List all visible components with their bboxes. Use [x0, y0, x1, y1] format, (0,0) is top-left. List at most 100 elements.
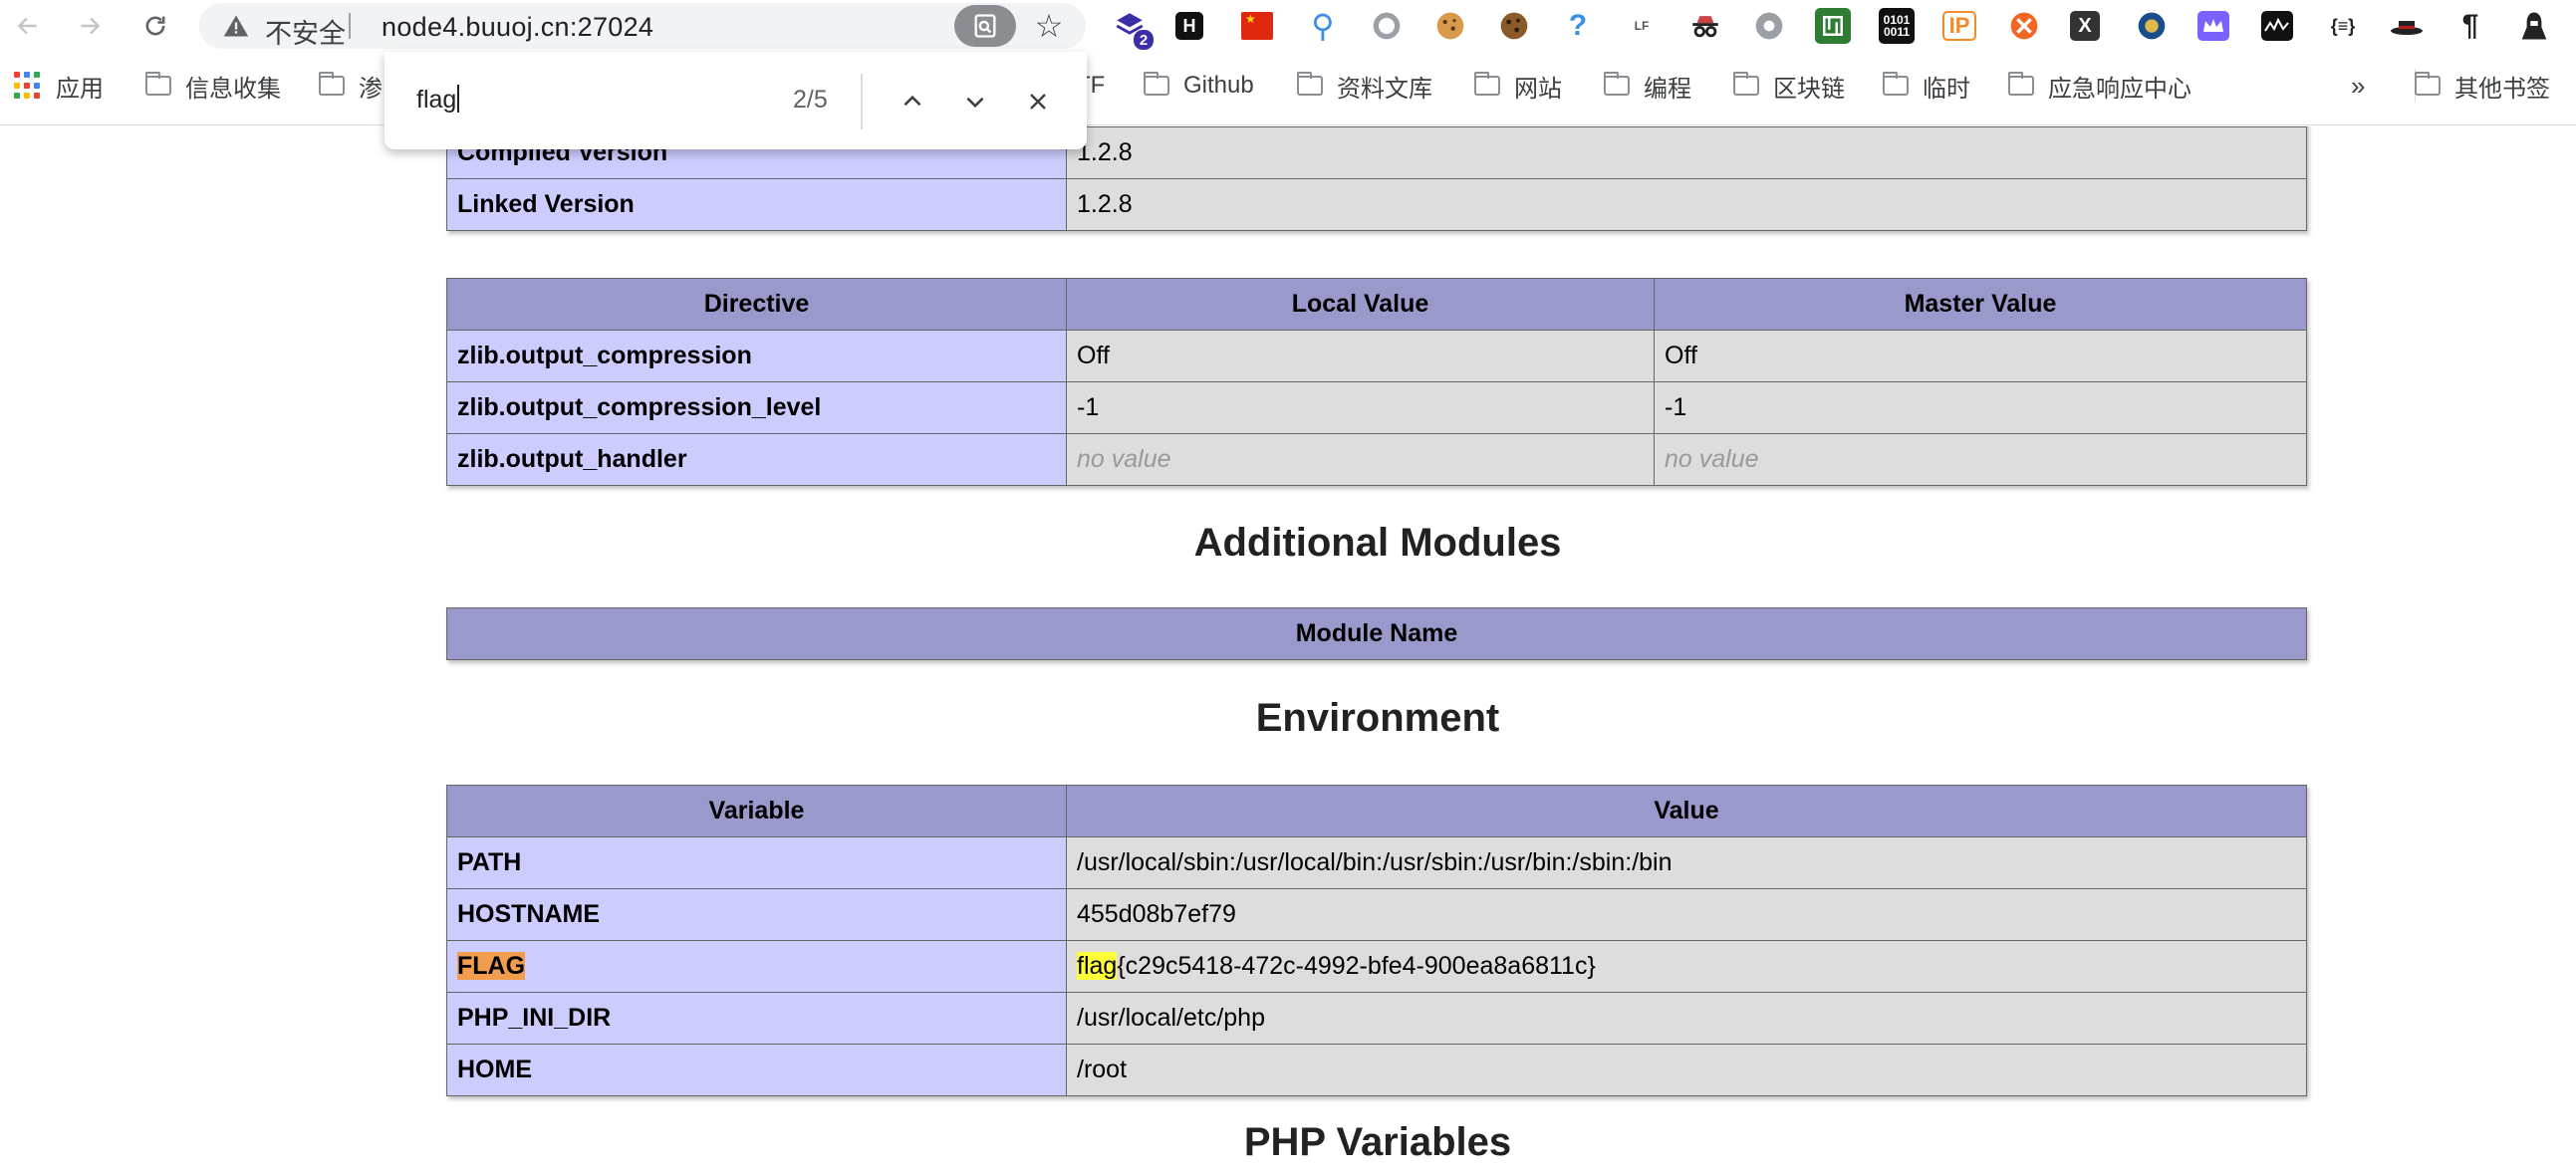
- settings-flower-icon[interactable]: [1751, 8, 1787, 44]
- bookmark-folder-programming[interactable]: 编程: [1604, 69, 1691, 103]
- table-row: zlib.output_compression_level -1 -1: [446, 381, 2307, 434]
- maze-extension-icon[interactable]: [1815, 8, 1851, 44]
- active-find-match: FLAG: [457, 952, 526, 980]
- location-pin-icon[interactable]: ⚲: [1305, 8, 1341, 44]
- master-value: Off: [1654, 330, 2307, 382]
- orange-circle-icon[interactable]: [2006, 8, 2042, 44]
- bookmark-label: 应急响应中心: [2048, 75, 2191, 103]
- ip-lookup-icon[interactable]: IP: [1942, 11, 1976, 41]
- find-match-count: 2/5: [793, 86, 828, 114]
- hackbar-h-icon[interactable]: H: [1175, 12, 1203, 40]
- binary-converter-icon[interactable]: 0101 0011: [1879, 8, 1915, 44]
- browser-toolbar: 不安全 node4.buuoj.cn:27024 ☆ 2 H ★ ⚲ ? LF …: [0, 0, 2576, 52]
- find-next-button[interactable]: [955, 82, 995, 121]
- address-bar[interactable]: 不安全 node4.buuoj.cn:27024 ☆: [199, 3, 1086, 49]
- extension-badge: 2: [1134, 30, 1154, 50]
- master-value: -1: [1654, 381, 2307, 434]
- column-header-master-value: Master Value: [1654, 278, 2307, 331]
- folder-icon: [1144, 72, 1169, 96]
- row-value: 1.2.8: [1066, 178, 2307, 231]
- forward-arrow-icon: [81, 17, 101, 35]
- find-page-icon: [974, 14, 996, 38]
- page-content: Compiled Version 1.2.8 Linked Version 1.…: [0, 126, 2576, 1175]
- php-variables-heading: PHP Variables: [1243, 1120, 1512, 1164]
- local-value: no value: [1066, 433, 1655, 486]
- hat-extension-icon[interactable]: [2389, 8, 2425, 44]
- back-arrow-icon: [17, 17, 37, 35]
- table-row: HOSTNAME 455d08b7ef79: [446, 888, 2307, 941]
- cookie-editor-icon[interactable]: [1496, 8, 1532, 44]
- json-formatter-icon[interactable]: {≡}: [2325, 8, 2361, 44]
- folder-icon: [1604, 72, 1630, 96]
- table-row: PHP_INI_DIR /usr/local/etc/php: [446, 992, 2307, 1045]
- extension-layers-icon[interactable]: 2: [1112, 8, 1154, 50]
- bookmark-label: Github: [1183, 72, 1254, 99]
- bookmark-folder-info-gathering[interactable]: 信息收集: [145, 69, 281, 103]
- row-value: 1.2.8: [1066, 126, 2307, 179]
- help-question-icon[interactable]: ?: [1560, 8, 1596, 44]
- pilcrow-extension-icon[interactable]: ¶: [2452, 8, 2488, 44]
- folder-icon: [1733, 72, 1759, 96]
- bookmark-folder-other[interactable]: 其他书签: [2415, 69, 2550, 103]
- env-variable-name: FLAG: [446, 940, 1067, 993]
- table-row: PATH /usr/local/sbin:/usr/local/bin:/usr…: [446, 836, 2307, 889]
- column-header-local-value: Local Value: [1066, 278, 1655, 331]
- bookmark-label: 编程: [1644, 75, 1691, 103]
- env-variable-name: HOSTNAME: [446, 888, 1067, 941]
- reload-button[interactable]: [135, 8, 175, 44]
- lf-extension-icon[interactable]: LF: [1624, 8, 1660, 44]
- find-in-page-indicator[interactable]: [954, 5, 1016, 47]
- row-name: Linked Version: [446, 178, 1067, 231]
- bookmarks-overflow-button[interactable]: »: [2351, 69, 2365, 103]
- directive-name: zlib.output_compression_level: [446, 381, 1067, 434]
- folder-icon: [2415, 72, 2441, 96]
- bookmark-label: 应用: [56, 75, 104, 103]
- no-value-text: no value: [1077, 445, 1171, 473]
- bookmark-folder-pentest[interactable]: 渗: [319, 69, 383, 103]
- local-value: Off: [1066, 330, 1655, 382]
- find-previous-button[interactable]: [893, 82, 932, 121]
- table-row: HOME /root: [446, 1044, 2307, 1096]
- bookmark-folder-temporary[interactable]: 临时: [1883, 69, 1970, 103]
- env-variable-value: flag{c29c5418-472c-4992-bfe4-900ea8a6811…: [1066, 940, 2307, 993]
- wave-extension-icon[interactable]: [2261, 11, 2293, 41]
- folder-icon: [1883, 72, 1909, 96]
- bookmark-apps[interactable]: 应用: [14, 69, 104, 103]
- record-circle-icon[interactable]: [1369, 8, 1405, 44]
- hacker-extension-icon[interactable]: [2516, 8, 2552, 44]
- url-text[interactable]: node4.buuoj.cn:27024: [382, 12, 653, 43]
- forward-button[interactable]: [70, 8, 110, 44]
- column-header-value: Value: [1066, 785, 2307, 837]
- bookmark-folder-websites[interactable]: 网站: [1474, 69, 1562, 103]
- table-row: zlib.output_compression Off Off: [446, 330, 2307, 382]
- china-flag-icon[interactable]: ★: [1241, 12, 1273, 40]
- bookmark-folder-blockchain[interactable]: 区块链: [1733, 69, 1845, 103]
- flag-value-text: {c29c5418-472c-4992-bfe4-900ea8a6811c}: [1117, 952, 1596, 980]
- folder-icon: [1474, 72, 1500, 96]
- table-header-row: Module Name: [446, 607, 2307, 660]
- folder-icon: [319, 72, 345, 96]
- not-secure-label[interactable]: 不安全: [265, 12, 346, 51]
- master-value: no value: [1654, 433, 2307, 486]
- bookmark-star-icon[interactable]: ☆: [1032, 8, 1066, 44]
- env-variable-value: 455d08b7ef79: [1066, 888, 2307, 941]
- zlib-directive-table: Directive Local Value Master Value zlib.…: [446, 278, 2307, 486]
- table-header-row: Directive Local Value Master Value: [446, 278, 2307, 331]
- incognito-mask-icon[interactable]: [1687, 8, 1723, 44]
- apps-grid-icon: [14, 72, 42, 100]
- cookie-icon[interactable]: [1432, 8, 1468, 44]
- x-extension-icon[interactable]: X: [2070, 11, 2100, 41]
- back-button[interactable]: [8, 8, 48, 44]
- find-input[interactable]: flag: [416, 85, 460, 115]
- column-header-variable: Variable: [446, 785, 1067, 837]
- globe-extension-icon[interactable]: [2134, 8, 2170, 44]
- column-header-module-name: Module Name: [446, 607, 2307, 660]
- crown-extension-icon[interactable]: [2197, 11, 2229, 41]
- bookmark-folder-github[interactable]: Github: [1144, 69, 1254, 103]
- bookmark-folder-docs-library[interactable]: 资料文库: [1297, 69, 1432, 103]
- find-close-button[interactable]: [1018, 82, 1058, 121]
- text-caret: [457, 85, 460, 113]
- bookmark-folder-emergency-response[interactable]: 应急响应中心: [2008, 69, 2191, 103]
- address-divider: [349, 13, 351, 39]
- warning-icon[interactable]: [221, 12, 251, 40]
